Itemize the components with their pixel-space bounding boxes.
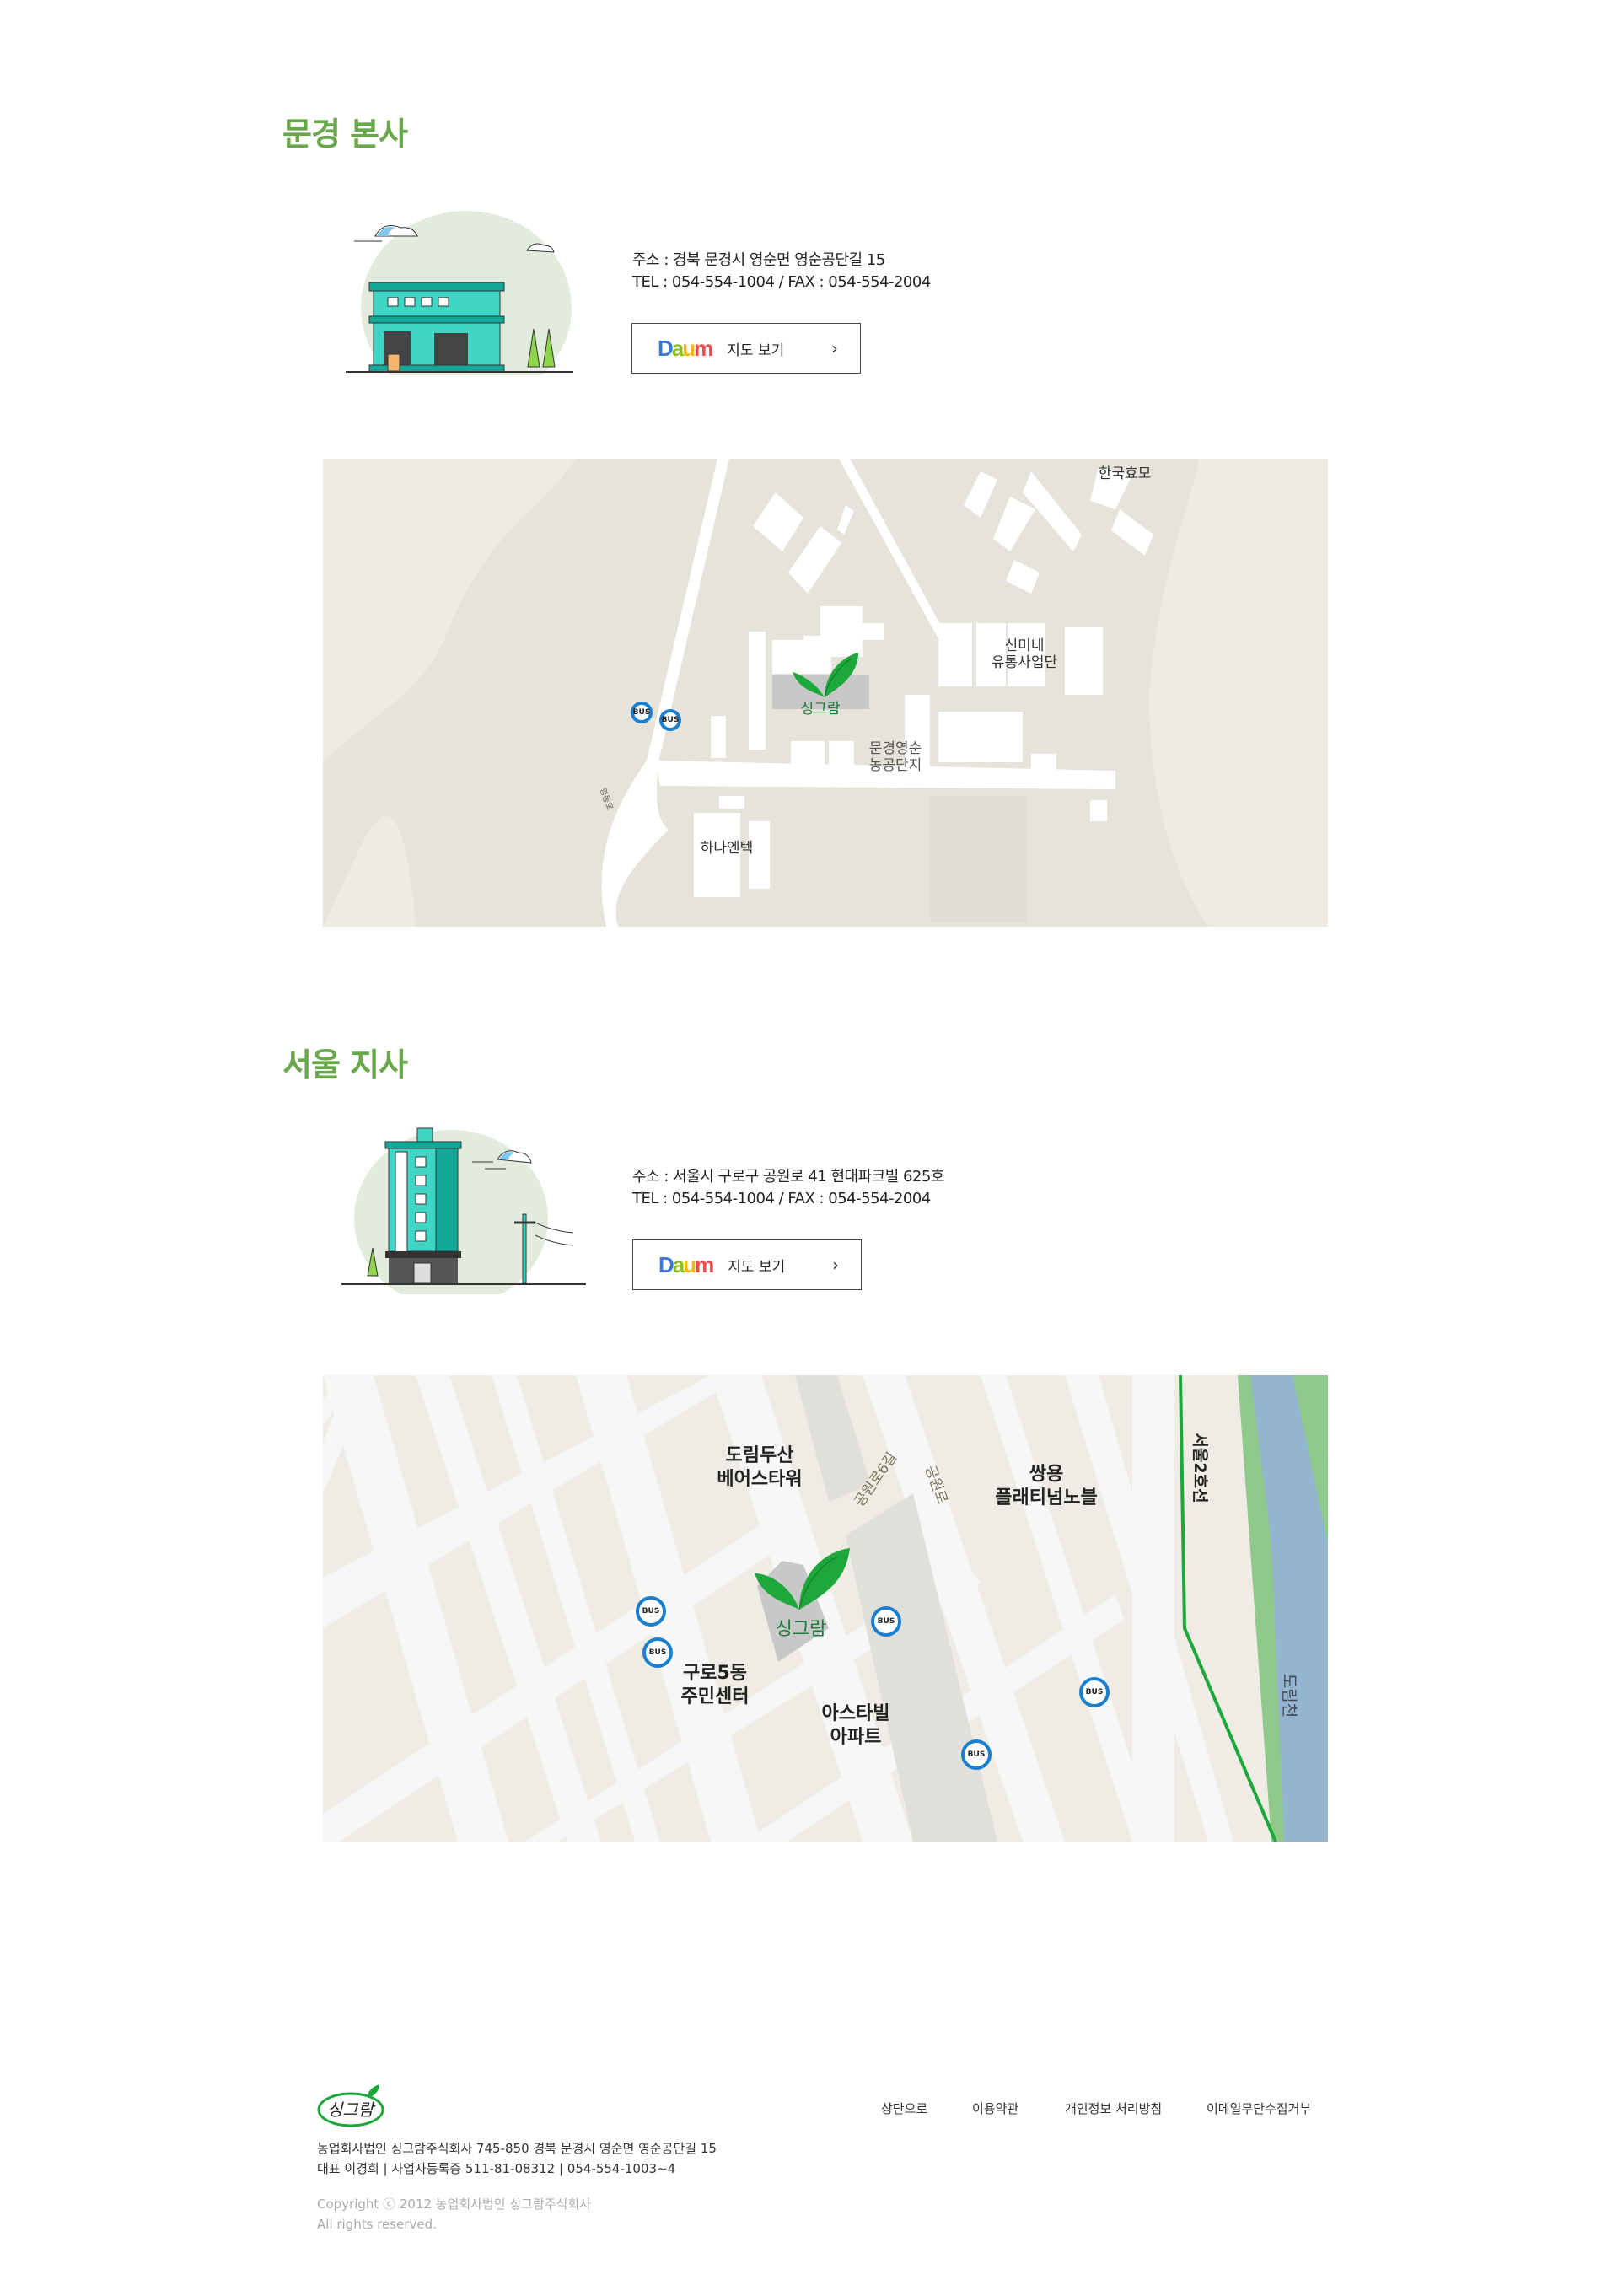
map-label: 쌍용 플래티넘노블: [995, 1464, 1098, 1508]
tel-fax-text: TEL : 054-554-1004 / FAX : 054-554-2004: [632, 273, 931, 291]
section-title-mungyeong: 문경 본사: [282, 116, 408, 153]
chevron-right-icon: ›: [832, 1255, 839, 1275]
singram-leaf-icon: [793, 653, 858, 698]
footer-company-info: 농업회사법인 싱그람주식회사 745-850 경북 문경시 영순면 영순공단길 …: [317, 2141, 717, 2156]
map-button-label: 지도 보기: [727, 341, 785, 359]
daum-logo: Daum: [658, 335, 713, 361]
footer-copyright: Copyright ⓒ 2012 농업회사법인 싱그람주식회사: [317, 2197, 591, 2212]
bus-stop-icon[interactable]: BUS: [1079, 1677, 1110, 1707]
office-building-illustration: [341, 1127, 586, 1294]
factory-illustration: [346, 211, 573, 375]
section-title-seoul: 서울 지사: [282, 1046, 408, 1083]
daum-logo: Daum: [658, 1251, 714, 1277]
bus-stop-icon[interactable]: BUS: [631, 702, 653, 723]
bus-stop-icon[interactable]: BUS: [659, 709, 681, 731]
footer-link-terms[interactable]: 이용약관: [972, 2100, 1018, 2117]
footer-rights: All rights reserved.: [317, 2217, 437, 2232]
map-seoul[interactable]: 싱그람 도림두산 베어스타워 공원로6길 공원로 쌍용 플래티넘노블 서울2호선…: [323, 1375, 1328, 1842]
footer-logo[interactable]: 싱그람: [315, 2084, 388, 2128]
daum-map-button[interactable]: Daum 지도 보기 ›: [631, 323, 861, 374]
map-label-singram: 싱그람: [800, 701, 841, 718]
footer-link-privacy[interactable]: 개인정보 처리방침: [1065, 2100, 1162, 2117]
footer-link-email-refusal[interactable]: 이메일무단수집거부: [1207, 2100, 1311, 2117]
address-text: 주소 : 경북 문경시 영순면 영순공단길 15: [632, 251, 885, 269]
map-label-singram: 싱그람: [775, 1619, 827, 1640]
map-label: 구로5동 주민센터: [680, 1663, 750, 1707]
bus-stop-icon[interactable]: BUS: [642, 1637, 673, 1668]
map-mungyeong[interactable]: 싱그람 한국효모 신미네 유통사업단 문경영순 농공단지 하나엔텍 영동로 BU…: [323, 459, 1328, 927]
map-label: 하나엔텍: [700, 840, 754, 857]
daum-map-button[interactable]: Daum 지도 보기 ›: [632, 1239, 862, 1290]
bus-stop-icon[interactable]: BUS: [961, 1739, 992, 1770]
map-label: 문경영순 농공단지: [868, 740, 922, 774]
subway-label: 서울2호선: [1190, 1433, 1209, 1503]
singram-leaf-icon: [755, 1548, 850, 1610]
footer-link-top[interactable]: 상단으로: [881, 2100, 927, 2117]
bus-stop-icon[interactable]: BUS: [871, 1606, 901, 1637]
map-label: 아스타빌 아파트: [821, 1703, 890, 1748]
chevron-right-icon: ›: [831, 338, 838, 358]
map-label: 신미네 유통사업단: [991, 637, 1058, 671]
tel-fax-text: TEL : 054-554-1004 / FAX : 054-554-2004: [632, 1190, 931, 1207]
address-text: 주소 : 서울시 구로구 공원로 41 현대파크빌 625호: [632, 1168, 944, 1186]
map-label: 도림두산 베어스타워: [717, 1445, 803, 1490]
river-label: 도림천: [1280, 1673, 1298, 1718]
footer-registration-info: 대표 이경희 | 사업자등록증 511-81-08312 | 054-554-1…: [317, 2161, 676, 2176]
map-button-label: 지도 보기: [728, 1258, 786, 1276]
map-label: 한국효모: [1098, 465, 1152, 482]
bus-stop-icon[interactable]: BUS: [636, 1596, 666, 1627]
